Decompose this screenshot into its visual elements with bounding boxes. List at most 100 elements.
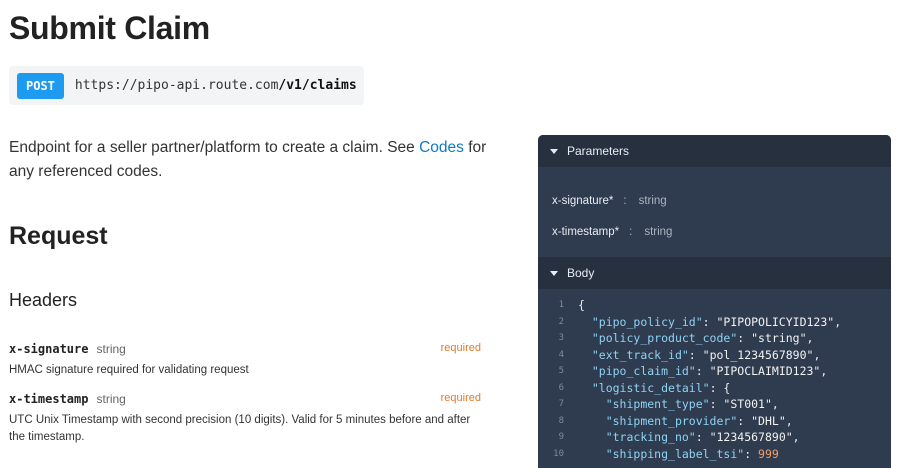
code-text: "logistic_detail": { [564, 380, 731, 397]
header-description: HMAC signature required for validating r… [9, 364, 249, 376]
code-colon: : [709, 380, 724, 395]
code-trail: , [820, 364, 828, 378]
code-trail: , [834, 314, 842, 329]
header-item-x-timestamp: x-timestamp string required UTC Unix Tim… [9, 392, 481, 446]
parameter-row: x-signature* : string [538, 185, 891, 216]
code-text: "shipment_type": "ST001", [564, 396, 779, 413]
code-value: "ST001" [723, 397, 772, 411]
code-key: "policy_product_code" [591, 331, 738, 345]
code-line: 8 "shipment_provider": "DHL", [538, 413, 891, 430]
parameter-separator: : [629, 225, 633, 238]
line-number: 2 [558, 316, 564, 327]
required-label: required [440, 392, 481, 404]
line-number: 9 [558, 432, 564, 442]
code-key: "pipo_policy_id" [591, 314, 703, 329]
request-heading: Request [9, 222, 108, 250]
parameters-toggle[interactable]: Parameters [538, 135, 891, 167]
endpoint-url-base: https://pipo-api.route.com [74, 78, 279, 93]
parameter-name: x-signature* [552, 194, 614, 207]
code-text: "shipment_provider": "DHL", [564, 413, 793, 430]
endpoint-description: Endpoint for a seller partner/platform t… [9, 136, 489, 184]
endpoint-box: POST https://pipo-api.route.com/v1/claim… [9, 66, 364, 105]
body-toggle[interactable]: Body [538, 257, 891, 289]
line-number: 7 [558, 399, 564, 409]
code-trail: , [813, 347, 821, 362]
code-trail: , [792, 430, 800, 444]
line-number: 1 [558, 300, 564, 310]
code-key: "logistic_detail" [591, 380, 710, 395]
code-line: 10 "shipping_label_tsi": 999 [538, 446, 891, 463]
code-line: 6 "logistic_detail": { [538, 380, 891, 397]
code-key: "shipment_provider" [605, 413, 738, 428]
code-key: "shipment_type" [605, 397, 710, 411]
line-number: 5 [558, 366, 564, 376]
code-block: 1{2 "pipo_policy_id": "PIPOPOLICYID123",… [538, 289, 891, 462]
caret-down-icon [550, 270, 558, 276]
page-title: Submit Claim [9, 10, 210, 46]
code-text: { [564, 297, 585, 314]
code-colon: : [737, 413, 752, 428]
header-name: x-signature [9, 342, 89, 356]
code-text: "ext_track_id": "pol_1234567890", [564, 347, 821, 364]
code-value: "PIPOCLAIMID123" [709, 364, 821, 378]
code-colon: : [695, 430, 710, 444]
body-label: Body [567, 266, 595, 280]
code-line: 3 "policy_product_code": "string", [538, 330, 891, 347]
headers-heading: Headers [9, 290, 78, 310]
code-colon: : [709, 397, 724, 411]
line-number: 6 [558, 382, 564, 393]
code-value: "1234567890" [709, 430, 793, 444]
endpoint-url: https://pipo-api.route.com/v1/claims [75, 78, 357, 93]
code-text: "shipping_label_tsi": 999 [564, 446, 779, 463]
description-text: Endpoint for a seller partner/platform t… [9, 139, 420, 156]
required-label: required [440, 342, 481, 354]
code-value: { [578, 298, 585, 312]
http-method-badge: POST [17, 72, 64, 99]
code-value: "pol_1234567890" [702, 347, 814, 362]
code-key: "tracking_no" [605, 430, 696, 444]
parameters-label: Parameters [567, 144, 630, 158]
code-colon: : [744, 446, 759, 461]
line-number: 10 [553, 448, 564, 459]
code-value: "string" [751, 331, 807, 345]
code-line: 1{ [538, 297, 891, 314]
code-colon: : [695, 364, 710, 378]
header-type: string [96, 392, 126, 406]
code-text: "policy_product_code": "string", [564, 330, 814, 347]
code-value: "DHL" [751, 413, 786, 428]
parameter-separator: : [623, 194, 627, 207]
header-type: string [96, 342, 126, 356]
parameter-type: string [638, 194, 667, 207]
parameter-type: string [644, 225, 673, 238]
code-trail: , [785, 413, 793, 428]
code-trail: , [771, 397, 779, 411]
endpoint-url-path: /v1/claims [278, 78, 357, 93]
line-number: 4 [558, 349, 564, 360]
line-number: 3 [558, 333, 564, 343]
code-value: { [723, 380, 731, 395]
code-line: 4 "ext_track_id": "pol_1234567890", [538, 347, 891, 364]
parameter-row: x-timestamp* : string [538, 216, 891, 247]
code-key: "pipo_claim_id" [591, 364, 696, 378]
code-colon: : [737, 331, 752, 345]
code-line: 7 "shipment_type": "ST001", [538, 396, 891, 413]
code-text: "tracking_no": "1234567890", [564, 429, 800, 446]
header-item-x-signature: x-signature string required HMAC signatu… [9, 342, 481, 379]
parameters-list: x-signature* : string x-timestamp* : str… [538, 167, 891, 257]
code-line: 5 "pipo_claim_id": "PIPOCLAIMID123", [538, 363, 891, 380]
codes-link[interactable]: Codes [419, 139, 464, 156]
header-description: UTC Unix Timestamp with second precision… [9, 414, 471, 443]
code-line: 2 "pipo_policy_id": "PIPOPOLICYID123", [538, 314, 891, 331]
code-text: "pipo_policy_id": "PIPOPOLICYID123", [564, 314, 841, 331]
request-sample-panel: Parameters x-signature* : string x-times… [538, 135, 891, 468]
code-colon: : [702, 314, 717, 329]
line-number: 8 [558, 415, 564, 426]
parameter-name: x-timestamp* [552, 225, 620, 238]
